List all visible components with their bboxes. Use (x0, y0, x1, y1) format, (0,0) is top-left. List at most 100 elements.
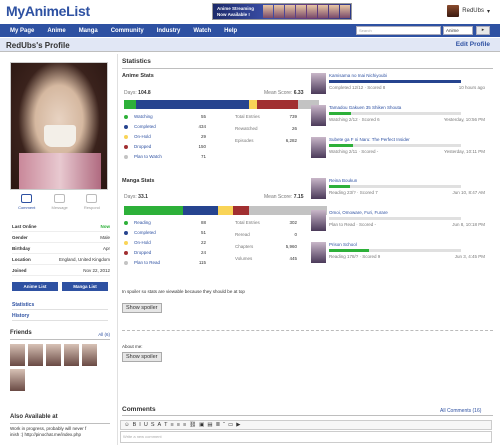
total-row: Reread 0 (235, 232, 297, 237)
update-time: Yesterday, 10:11 PM (444, 149, 485, 154)
manga-stats-bar (124, 206, 329, 215)
total-value: 26 (291, 126, 297, 131)
legend-dot (124, 240, 128, 245)
message-label: Message (51, 205, 68, 210)
comment-action[interactable]: Comment (18, 194, 35, 216)
toolbar-tool-icon[interactable]: ⛓ (189, 422, 196, 428)
info-key: Joined (12, 267, 27, 273)
friends-all-link[interactable]: All (6) (98, 332, 110, 337)
legend-row[interactable]: Watching 55 (124, 114, 206, 119)
legend-row[interactable]: On-Hold 29 (124, 134, 206, 139)
update-title[interactable]: Omoi, Omoware, Furi, Furare (329, 210, 388, 215)
nav-industry[interactable]: Industry (151, 28, 188, 34)
update-title[interactable]: Kamisama no Inai Nichiyoubi (329, 73, 387, 78)
toolbar-tool-icon[interactable]: A (157, 422, 161, 428)
all-comments-link[interactable]: All Comments (16) (440, 408, 481, 414)
legend-value: 115 (198, 260, 206, 265)
friends-header: Friends All (6) (10, 330, 110, 340)
update-item[interactable]: Omoi, Omoware, Furi, Furare Plan to Read … (311, 210, 491, 234)
nav-my-page[interactable]: My Page (4, 28, 41, 34)
anime-stats-bar (124, 100, 329, 109)
update-item[interactable]: Subete ga F ni Naru: The Perfect Insider… (311, 137, 491, 161)
update-item[interactable]: Reina Boukun Reading 23/? · Scored 7 Jun 1… (311, 178, 491, 202)
update-progress-fill (329, 144, 353, 147)
friend-avatar[interactable] (28, 344, 43, 366)
search-input[interactable]: Search (356, 26, 441, 35)
toolbar-tool-icon[interactable]: I (139, 422, 141, 428)
toolbar-tool-icon[interactable]: ▶ (236, 422, 240, 428)
respond-action[interactable]: Respond (84, 194, 100, 216)
nav-help[interactable]: Help (218, 28, 244, 34)
toolbar-tool-icon[interactable]: ≡ (183, 422, 186, 428)
edit-profile-link[interactable]: Edit Profile (456, 41, 490, 48)
toolbar-tool-icon[interactable]: ▭ (228, 422, 233, 428)
legend-row[interactable]: On-Hold 22 (124, 240, 206, 245)
statistics-link[interactable]: Statistics (12, 300, 108, 310)
update-title[interactable]: Prison School (329, 242, 357, 247)
update-cover[interactable] (311, 242, 326, 263)
total-value: 302 (289, 220, 297, 225)
spoiler-note: In spoiler so stats are viewable because… (122, 289, 245, 294)
search-type-select[interactable]: Anime (443, 26, 473, 35)
legend-value: 51 (200, 230, 206, 235)
update-item[interactable]: Prison School Reading 178/? · Scored 9 Jun… (311, 242, 491, 266)
stats-bar-segment (124, 100, 137, 109)
update-cover[interactable] (311, 210, 326, 231)
streaming-banner[interactable]: Anime Streaming Now Available ! (212, 3, 352, 20)
update-item[interactable]: Kamisama no Inai Nichiyoubi Completed 12/… (311, 73, 491, 97)
toolbar-tool-icon[interactable]: ▣ (199, 422, 204, 428)
update-title[interactable]: Reina Boukun (329, 178, 357, 183)
legend-row[interactable]: Reading 88 (124, 220, 206, 225)
show-spoiler-button-2[interactable]: Show spoiler (122, 352, 162, 362)
update-item[interactable]: Tamadou Gakuen 35 Shiken Shouta Watching … (311, 105, 491, 129)
update-status: Reading 178/? · Scored 9 (329, 254, 381, 259)
update-title[interactable]: Subete ga F ni Naru: The Perfect Insider (329, 137, 410, 142)
update-cover[interactable] (311, 137, 326, 158)
friend-avatar[interactable] (82, 344, 97, 366)
also-text-line-2[interactable]: inish :) http://pinochat.me/index.php (10, 432, 116, 438)
update-cover[interactable] (311, 73, 326, 94)
site-logo[interactable]: MyAnimeList (6, 3, 90, 19)
manga-list-button[interactable]: Manga List (62, 282, 108, 291)
message-action[interactable]: Message (52, 194, 68, 216)
anime-list-button[interactable]: Anime List (12, 282, 58, 291)
total-value: 0 (294, 232, 297, 237)
nav-watch[interactable]: Watch (187, 28, 218, 34)
stats-bar-segment (183, 206, 219, 215)
history-link[interactable]: History (12, 311, 108, 321)
legend-row[interactable]: Plan to Read 115 (124, 260, 206, 265)
update-title[interactable]: Tamadou Gakuen 35 Shiken Shouta (329, 105, 401, 110)
nav-community[interactable]: Community (105, 28, 151, 34)
top-header: MyAnimeList Anime Streaming Now Availabl… (0, 0, 500, 22)
friend-avatar[interactable] (10, 344, 25, 366)
search-button[interactable]: ▸ (476, 26, 490, 35)
update-cover[interactable] (311, 105, 326, 126)
toolbar-tool-icon[interactable]: B (133, 422, 137, 428)
legend-row[interactable]: Completed 51 (124, 230, 206, 235)
toolbar-tool-icon[interactable]: T (164, 422, 167, 428)
toolbar-tool-icon[interactable]: S (151, 422, 155, 428)
legend-row[interactable]: Plan to Watch 71 (124, 154, 206, 159)
legend-row[interactable]: Dropped 24 (124, 250, 206, 255)
toolbar-tool-icon[interactable]: ≣ (216, 422, 221, 428)
toolbar-tool-icon[interactable]: U (144, 422, 148, 428)
toolbar-tool-icon[interactable]: ≡ (177, 422, 180, 428)
toolbar-tool-icon[interactable]: ☺ (124, 422, 130, 428)
toolbar-tool-icon[interactable]: “ (223, 422, 225, 428)
nav-manga[interactable]: Manga (73, 28, 105, 34)
user-menu[interactable]: RedUbs ▾ (447, 5, 490, 17)
show-spoiler-button[interactable]: Show spoiler (122, 303, 162, 313)
comment-input[interactable]: Write a new comment (120, 431, 492, 443)
legend-row[interactable]: Completed 434 (124, 124, 206, 129)
nav-anime[interactable]: Anime (41, 28, 72, 34)
legend-label: Dropped (134, 144, 152, 149)
legend-dot (124, 220, 128, 225)
friend-avatar[interactable] (10, 369, 25, 391)
toolbar-tool-icon[interactable]: ≡ (171, 422, 174, 428)
friend-avatar[interactable] (46, 344, 61, 366)
friend-avatar[interactable] (64, 344, 79, 366)
toolbar-tool-icon[interactable]: ▤ (207, 422, 212, 428)
info-joined: Joined Nov 22, 2012 (12, 265, 110, 276)
update-cover[interactable] (311, 178, 326, 199)
legend-row[interactable]: Dropped 150 (124, 144, 206, 149)
